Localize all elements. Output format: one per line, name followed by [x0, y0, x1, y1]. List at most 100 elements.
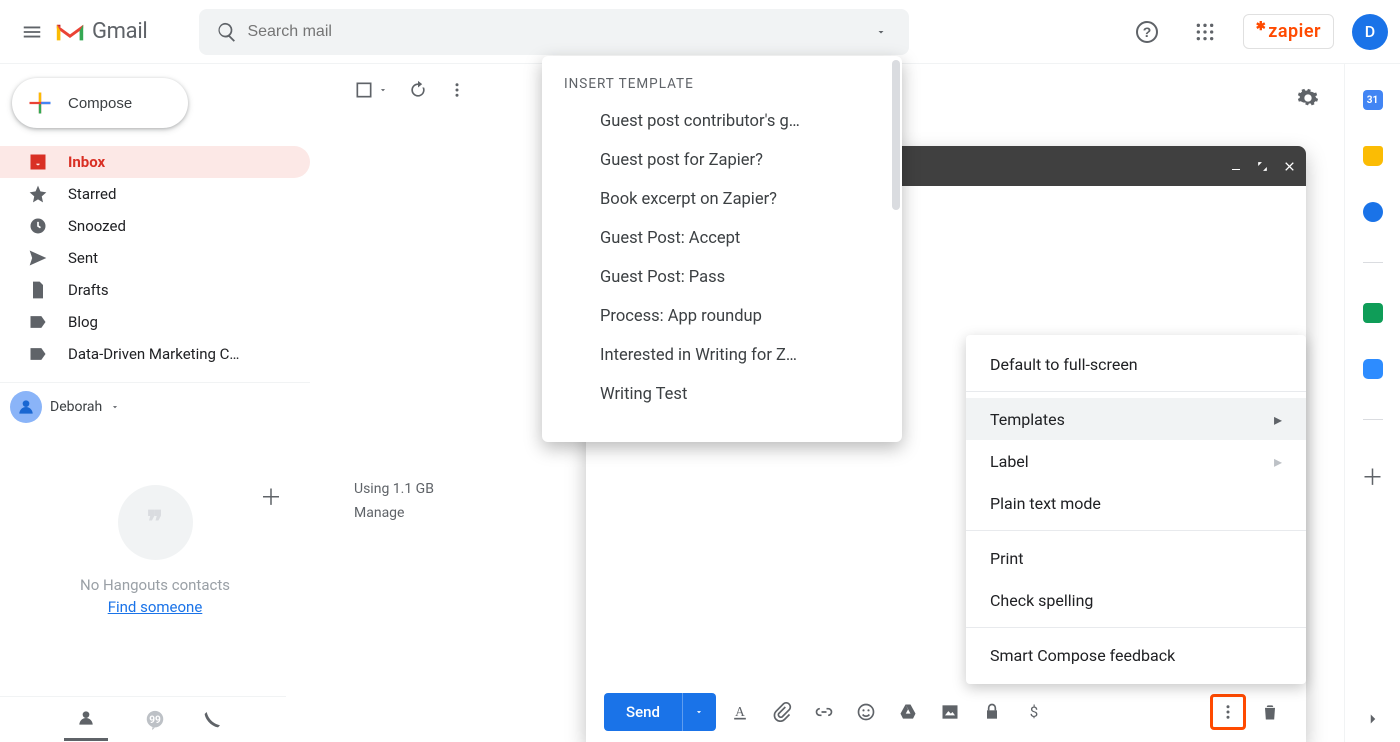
label-icon — [28, 312, 48, 332]
sidebar-item-label[interactable]: Data-Driven Marketing C… — [0, 338, 310, 370]
hangouts-contacts-tab[interactable] — [64, 698, 108, 741]
sidebar-item-snoozed[interactable]: Snoozed — [0, 210, 310, 242]
calendar-addon-icon[interactable]: 31 — [1363, 90, 1383, 110]
addon-icon[interactable] — [1363, 303, 1383, 323]
zapier-extension-button[interactable]: ✱ zapier — [1243, 14, 1334, 49]
gmail-wordmark: Gmail — [92, 19, 147, 44]
keep-addon-icon[interactable] — [1363, 146, 1383, 166]
send-icon — [28, 248, 48, 268]
menu-item-plaintext[interactable]: Plain text mode — [966, 482, 1306, 524]
template-item[interactable]: Book excerpt on Zapier? — [542, 180, 902, 219]
sidebar-item-sent[interactable]: Sent — [0, 242, 310, 274]
template-item[interactable]: Writing Test — [542, 375, 902, 414]
gmail-logo[interactable]: Gmail — [54, 19, 147, 44]
clock-icon — [28, 216, 48, 236]
svg-text:99: 99 — [149, 714, 161, 725]
caret-down-icon — [110, 402, 120, 412]
label-icon — [28, 344, 48, 364]
right-addon-rail: 31 ＋ — [1344, 64, 1400, 742]
search-options-dropdown-icon[interactable] — [861, 26, 901, 38]
file-icon — [28, 280, 48, 300]
menu-item-fullscreen[interactable]: Default to full-screen — [966, 343, 1306, 385]
svg-text:$: $ — [1030, 703, 1038, 721]
compose-label: Compose — [68, 95, 132, 112]
compose-more-options-button[interactable] — [1210, 694, 1246, 730]
caret-down-icon — [378, 85, 388, 95]
attach-icon[interactable] — [764, 694, 800, 730]
gmail-icon — [54, 20, 86, 44]
find-someone-link[interactable]: Find someone — [108, 598, 203, 616]
zoom-addon-icon[interactable] — [1363, 359, 1383, 379]
money-icon[interactable]: $ — [1016, 694, 1052, 730]
formatting-icon[interactable]: A — [722, 694, 758, 730]
menu-item-templates[interactable]: Templates ▸ — [966, 398, 1306, 440]
menu-item-print[interactable]: Print — [966, 537, 1306, 579]
templates-header-label: INSERT TEMPLATE — [542, 70, 902, 102]
send-options-dropdown-icon[interactable] — [682, 693, 716, 731]
rail-expand-button[interactable] — [1364, 710, 1382, 728]
submenu-scrollbar[interactable] — [892, 60, 900, 210]
confidential-icon[interactable] — [974, 694, 1010, 730]
template-item[interactable]: Guest post contributor's g… — [542, 102, 902, 141]
app-header: Gmail ? ✱ zapier D — [0, 0, 1400, 64]
sidebar-item-inbox[interactable]: Inbox — [0, 146, 310, 178]
account-avatar[interactable]: D — [1352, 14, 1388, 50]
hangouts-phone-tab[interactable] — [202, 710, 222, 730]
hangouts-quote-icon: ❞ — [118, 485, 193, 560]
left-sidebar: Compose Inbox Starred Snoozed Sent Draft… — [0, 64, 310, 742]
menu-item-spellcheck[interactable]: Check spelling — [966, 579, 1306, 621]
minimize-icon[interactable] — [1230, 160, 1242, 172]
inbox-icon — [28, 152, 48, 172]
support-icon[interactable]: ? — [1127, 12, 1167, 52]
template-item[interactable]: Guest Post: Accept — [542, 219, 902, 258]
link-icon[interactable] — [806, 694, 842, 730]
template-item[interactable]: Guest post for Zapier? — [542, 141, 902, 180]
send-button[interactable]: Send — [604, 693, 716, 731]
template-item[interactable]: Process: App roundup — [542, 297, 902, 336]
sidebar-item-drafts[interactable]: Drafts — [0, 274, 310, 306]
compose-more-menu: Default to full-screen Templates ▸ Label… — [966, 335, 1306, 684]
submenu-arrow-icon: ▸ — [1274, 410, 1282, 429]
storage-usage-label: Using 1.1 GB — [354, 478, 434, 502]
toolbar-more-button[interactable] — [448, 70, 466, 110]
drive-icon[interactable] — [890, 694, 926, 730]
tasks-addon-icon[interactable] — [1363, 202, 1383, 222]
storage-manage-link[interactable]: Manage — [354, 502, 434, 526]
menu-item-smartcompose[interactable]: Smart Compose feedback — [966, 634, 1306, 676]
refresh-button[interactable] — [408, 70, 428, 110]
get-addons-button[interactable]: ＋ — [1361, 460, 1383, 492]
submenu-arrow-icon: ▸ — [1274, 452, 1282, 471]
star-icon — [28, 184, 48, 204]
svg-text:A: A — [735, 704, 745, 719]
fullscreen-icon[interactable] — [1256, 160, 1269, 173]
user-avatar-icon — [10, 391, 42, 423]
rail-divider — [1363, 262, 1383, 263]
template-item[interactable]: Interested in Writing for Z… — [542, 336, 902, 375]
discard-draft-icon[interactable] — [1252, 694, 1288, 730]
zapier-label: zapier — [1268, 21, 1321, 42]
new-chat-button[interactable]: ＋ — [260, 480, 282, 512]
svg-text:?: ? — [1142, 24, 1151, 40]
settings-button[interactable] — [1288, 78, 1328, 118]
select-all-checkbox[interactable] — [354, 80, 388, 100]
main-menu-button[interactable] — [12, 12, 52, 52]
menu-item-label[interactable]: Label ▸ — [966, 440, 1306, 482]
apps-grid-icon[interactable] — [1185, 12, 1225, 52]
emoji-icon[interactable] — [848, 694, 884, 730]
close-icon[interactable] — [1283, 160, 1296, 173]
sidebar-item-starred[interactable]: Starred — [0, 178, 310, 210]
hangouts-user-chip[interactable]: Deborah — [10, 391, 310, 423]
search-input[interactable] — [247, 23, 861, 41]
compose-footer: Send A $ — [586, 682, 1306, 742]
search-box[interactable] — [199, 9, 909, 55]
storage-footer: Using 1.1 GB Manage — [354, 478, 434, 526]
compose-button[interactable]: Compose — [12, 78, 188, 128]
templates-submenu: INSERT TEMPLATE Guest post contributor's… — [542, 56, 902, 442]
search-icon[interactable] — [207, 21, 247, 43]
sidebar-item-blog[interactable]: Blog — [0, 306, 310, 338]
image-icon[interactable] — [932, 694, 968, 730]
rail-divider — [1363, 419, 1383, 420]
hangouts-chat-tab[interactable]: 99 — [144, 709, 166, 731]
template-item[interactable]: Guest Post: Pass — [542, 258, 902, 297]
no-contacts-label: No Hangouts contacts — [0, 576, 310, 594]
